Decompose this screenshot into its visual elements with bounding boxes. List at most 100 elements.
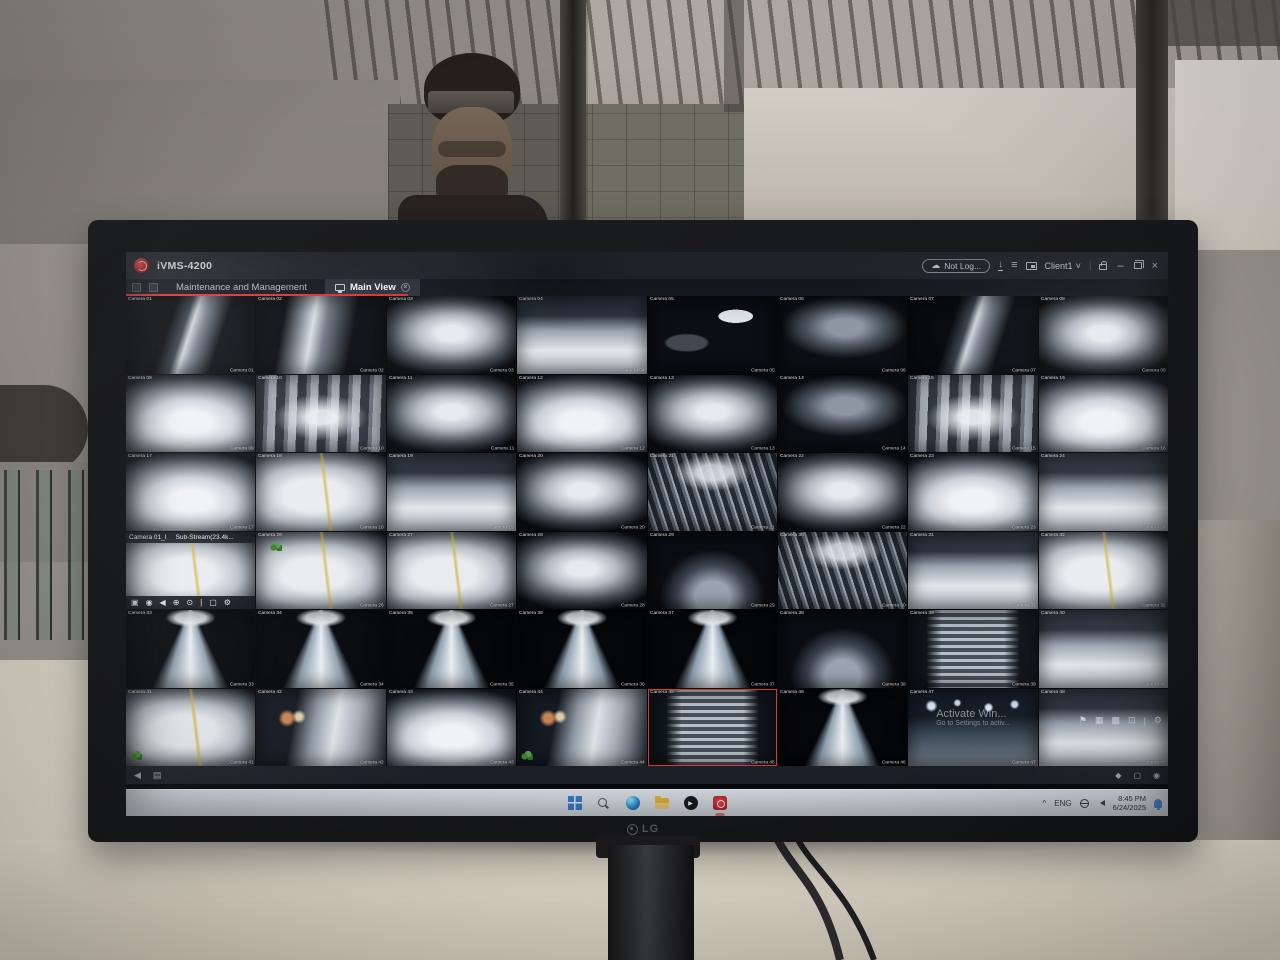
camera-tile[interactable]: Camera 45Camera 45 <box>648 689 777 767</box>
camera-tile[interactable]: Camera 10Camera 10 <box>256 375 385 453</box>
camera-osd-label: Camera 31 <box>910 533 934 538</box>
camera-tile[interactable]: Camera 13Camera 13 <box>648 375 777 453</box>
camera-tile[interactable]: Camera 23Camera 23 <box>908 453 1037 531</box>
camera-tile[interactable]: Camera 05Camera 05 <box>648 296 777 374</box>
task-list-icon[interactable]: ≡ <box>1011 260 1017 271</box>
camera-osd-label: Camera 03 <box>389 297 413 302</box>
camera-tile[interactable]: Camera 03Camera 03 <box>387 296 516 374</box>
camera-tile[interactable]: Camera 01_ISub-Stream(23.4k...▣◉◀⊕⊙|▢⚙ <box>126 532 255 610</box>
close-button[interactable]: × <box>1150 260 1160 272</box>
layout-4-icon[interactable]: ▦ <box>1095 715 1104 726</box>
user-icon[interactable]: ◉ <box>1153 771 1160 780</box>
record-icon[interactable]: ◉ <box>146 599 153 607</box>
camera-tile[interactable]: Camera 22Camera 22 <box>778 453 907 531</box>
media-player-button[interactable]: ▶ <box>683 796 698 811</box>
camera-tile[interactable]: Camera 42Camera 42 <box>256 689 385 767</box>
control-panel-icon[interactable] <box>132 283 141 292</box>
camera-tile[interactable]: Camera 14Camera 14 <box>778 375 907 453</box>
clock[interactable]: 8:45 PM 6/24/2025 <box>1113 794 1146 813</box>
pin-icon[interactable]: ◆ <box>1115 771 1121 780</box>
camera-tile[interactable]: Camera 29Camera 29 <box>648 532 777 610</box>
camera-osd-label: Camera 47 <box>910 690 934 695</box>
camera-tile[interactable]: Camera 47Camera 47 <box>908 689 1037 767</box>
camera-tile[interactable]: Camera 06Camera 06 <box>778 296 907 374</box>
ivms-taskbar-button[interactable] <box>712 796 727 811</box>
camera-settings-icon[interactable]: ⚙ <box>224 599 231 607</box>
camera-tile[interactable]: Camera 17Camera 17 <box>126 453 255 531</box>
digital-zoom-icon[interactable]: ⊙ <box>186 599 193 607</box>
volume-icon[interactable]: ◀ <box>134 770 141 781</box>
snapshot-icon[interactable]: ▢ <box>209 599 217 607</box>
camera-name-label: Camera 16 <box>1142 446 1166 451</box>
camera-tile[interactable]: Camera 09Camera 09 <box>126 375 255 453</box>
camera-name-label: Camera 48 <box>1142 760 1166 765</box>
camera-tile[interactable]: Camera 15Camera 15 <box>908 375 1037 453</box>
camera-tile[interactable]: Camera 36Camera 36 <box>517 610 646 688</box>
language-indicator[interactable]: ENG <box>1054 799 1071 808</box>
camera-tile[interactable]: Camera 11Camera 11 <box>387 375 516 453</box>
camera-tile[interactable]: Camera 16Camera 16 <box>1039 375 1168 453</box>
capture-window-icon[interactable] <box>1026 262 1037 270</box>
layout-select-icon[interactable]: ▤ <box>153 770 162 781</box>
camera-tile[interactable]: Camera 02Camera 02 <box>256 296 385 374</box>
camera-tile[interactable]: Camera 39Camera 39 <box>908 610 1037 688</box>
camera-tile[interactable]: Camera 27Camera 27 <box>387 532 516 610</box>
camera-osd-label: Camera 17 <box>128 454 152 459</box>
search-button[interactable] <box>596 796 611 811</box>
camera-tile[interactable]: Camera 12Camera 12 <box>517 375 646 453</box>
ptz-icon[interactable]: ⊕ <box>173 599 180 607</box>
camera-tile[interactable]: Camera 43Camera 43 <box>387 689 516 767</box>
network-icon[interactable] <box>1080 799 1089 808</box>
camera-tile[interactable]: Camera 33Camera 33 <box>126 610 255 688</box>
stop-all-icon[interactable]: ▢ <box>1133 771 1141 780</box>
camera-tile[interactable]: Camera 41Camera 41 <box>126 689 255 767</box>
restore-button[interactable] <box>1134 262 1142 269</box>
fullscreen-icon[interactable]: ⊡ <box>1128 715 1136 726</box>
file-explorer-button[interactable] <box>654 796 669 811</box>
tab-close-icon[interactable]: × <box>401 283 410 292</box>
minimize-button[interactable]: – <box>1115 260 1125 272</box>
camera-tile[interactable]: Camera 30Camera 30 <box>778 532 907 610</box>
tray-chevron-icon[interactable]: ^ <box>1043 799 1047 808</box>
camera-tile[interactable]: Camera 07Camera 07 <box>908 296 1037 374</box>
modules-icon[interactable] <box>149 283 158 292</box>
camera-tile[interactable]: Camera 37Camera 37 <box>648 610 777 688</box>
view-settings-icon[interactable]: ⚙ <box>1154 715 1162 726</box>
camera-tile[interactable]: Camera 32Camera 32 <box>1039 532 1168 610</box>
camera-tile[interactable]: Camera 34Camera 34 <box>256 610 385 688</box>
camera-tile[interactable]: Camera 48Camera 48 <box>1039 689 1168 767</box>
camera-tile[interactable]: Camera 28Camera 28 <box>517 532 646 610</box>
camera-tile[interactable]: Camera 31Camera 31 <box>908 532 1037 610</box>
two-way-audio-icon[interactable]: ◀ <box>160 599 166 607</box>
camera-tile[interactable]: Camera 44Camera 44 <box>517 689 646 767</box>
download-icon[interactable]: ↓ <box>998 260 1003 271</box>
camera-name-label: Camera 18 <box>360 525 384 530</box>
camera-tile[interactable]: Camera 04Camera 04 <box>517 296 646 374</box>
windows-logo-icon <box>568 796 582 810</box>
start-button[interactable] <box>567 796 582 811</box>
camera-tile[interactable]: Camera 21Camera 21 <box>648 453 777 531</box>
camera-tile[interactable]: Camera 35Camera 35 <box>387 610 516 688</box>
camera-tile[interactable]: Camera 24Camera 24 <box>1039 453 1168 531</box>
layout-grid-icon[interactable]: ▩ <box>1112 715 1121 726</box>
camera-tile[interactable]: Camera 38Camera 38 <box>778 610 907 688</box>
camera-tile[interactable]: Camera 08Camera 08 <box>1039 296 1168 374</box>
speaker-icon[interactable] <box>1097 800 1105 806</box>
camera-tile[interactable]: Camera 01Camera 01 <box>126 296 255 374</box>
monitor-brand-badge: LG <box>88 821 1198 837</box>
lock-icon[interactable] <box>1099 264 1107 270</box>
login-status-button[interactable]: ☁ Not Log... <box>922 259 990 273</box>
camera-tile[interactable]: Camera 19Camera 19 <box>387 453 516 531</box>
camera-tile[interactable]: Camera 26Camera 26 <box>256 532 385 610</box>
camera-osd-label: Camera 40 <box>1041 611 1065 616</box>
camera-name-label: Camera 24 <box>1142 525 1166 530</box>
edge-button[interactable] <box>625 796 640 811</box>
camera-tile[interactable]: Camera 20Camera 20 <box>517 453 646 531</box>
camera-tile[interactable]: Camera 46Camera 46 <box>778 689 907 767</box>
client-selector[interactable]: Client1 ˅ <box>1045 261 1081 271</box>
capture-icon[interactable]: ▣ <box>131 599 139 607</box>
alarm-flag-icon[interactable]: ⚑ <box>1079 715 1087 726</box>
camera-tile[interactable]: Camera 18Camera 18 <box>256 453 385 531</box>
notifications-bell-icon[interactable] <box>1154 799 1162 808</box>
camera-tile[interactable]: Camera 40Camera 40 <box>1039 610 1168 688</box>
